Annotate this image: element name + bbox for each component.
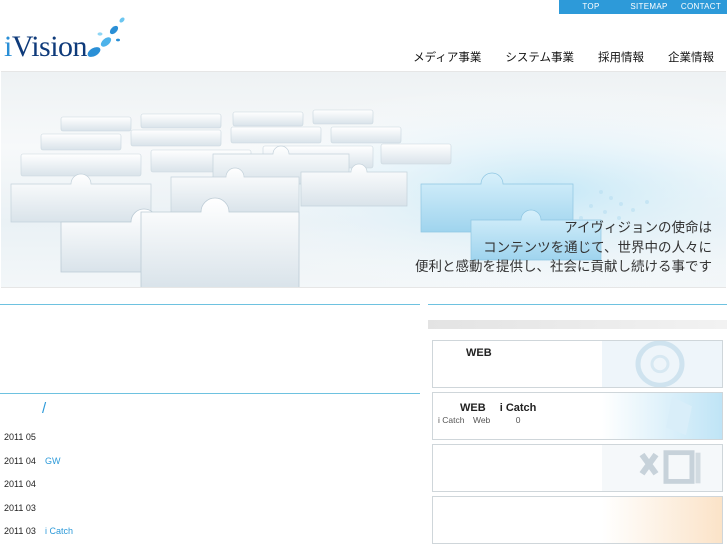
- list-item[interactable]: 2011 05: [4, 431, 73, 455]
- hero-message-line-2: コンテンツを通じて、世界中の人々に: [483, 239, 712, 256]
- hero-message-line-3: 便利と感動を提供し、社会に貢献し続ける事です: [415, 259, 712, 275]
- hero-message-line-1: アイヴィジョンの使命は: [564, 220, 712, 236]
- banner-title: WEB i Catch: [460, 402, 537, 414]
- nav-company[interactable]: 企業情報: [668, 49, 714, 65]
- banner-subtitle: i Catch Web 0: [438, 415, 521, 425]
- banner-title: WEB: [466, 347, 492, 359]
- list-item[interactable]: 2011 03 i Catch: [4, 525, 73, 545]
- utility-nav: TOP SITEMAP CONTACT: [559, 0, 727, 14]
- news-date: 2011 05: [4, 432, 36, 442]
- list-item[interactable]: 2011 04: [4, 478, 73, 502]
- news-title[interactable]: GW: [45, 456, 61, 466]
- right-gray-bar: [428, 320, 727, 329]
- cd-disc-icon: [602, 341, 722, 387]
- news-date: 2011 03: [4, 526, 36, 536]
- logo-letter: i: [4, 30, 12, 63]
- news-list: 2011 05 2011 04 GW 2011 04 2011 03 2011 0…: [4, 431, 73, 545]
- page: iVision TOP SITEMAP CONTACT メディア事業 システム事…: [0, 0, 727, 545]
- hero-message: アイヴィジョンの使命は コンテンツを通じて、世界中の人々に 便利と感動を提供し、…: [415, 219, 712, 278]
- main-nav: メディア事業 システム事業 採用情報 企業情報: [389, 49, 714, 65]
- orange-graphic-icon: [602, 497, 722, 543]
- movie-kanji-icon: [602, 445, 722, 491]
- list-item[interactable]: 2011 03: [4, 502, 73, 526]
- logo-text: iVision: [4, 30, 88, 64]
- util-sitemap-link[interactable]: SITEMAP: [623, 0, 675, 14]
- right-top-divider: [428, 304, 727, 305]
- nav-media-business[interactable]: メディア事業: [413, 49, 481, 65]
- news-date: 2011 03: [4, 502, 36, 513]
- logo[interactable]: iVision: [2, 12, 132, 64]
- util-top-link[interactable]: TOP: [559, 0, 623, 14]
- left-top-divider: [0, 304, 420, 305]
- banner-web[interactable]: WEB: [432, 340, 723, 388]
- logo-mark-icon: [87, 17, 125, 57]
- news-date: 2011 04: [4, 455, 36, 466]
- news-heading-slash: /: [42, 400, 47, 417]
- nav-system-business[interactable]: システム事業: [505, 49, 574, 65]
- nav-recruit[interactable]: 採用情報: [598, 49, 644, 65]
- news-divider: [0, 393, 420, 394]
- blue-graphic-icon: [602, 393, 722, 439]
- news-date: 2011 04: [4, 479, 36, 489]
- list-item[interactable]: 2011 04 GW: [4, 455, 73, 479]
- banner-movie[interactable]: [432, 444, 723, 492]
- banner-orange[interactable]: [432, 496, 723, 544]
- news-title[interactable]: i Catch: [45, 526, 73, 536]
- util-contact-link[interactable]: CONTACT: [675, 0, 727, 14]
- hero-banner: アイヴィジョンの使命は コンテンツを通じて、世界中の人々に 便利と感動を提供し、…: [1, 71, 726, 288]
- banner-web-icatch[interactable]: WEB i Catch i Catch Web 0: [432, 392, 723, 440]
- logo-word: Vision: [11, 30, 88, 63]
